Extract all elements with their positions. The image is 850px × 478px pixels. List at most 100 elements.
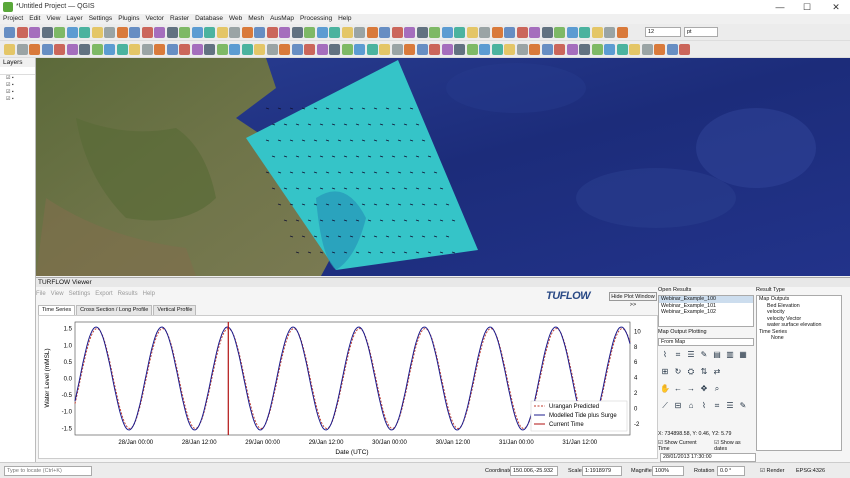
toolbar-tool-icon[interactable]: [579, 27, 590, 38]
toolbar-tool-icon[interactable]: [116, 44, 128, 55]
coordinate-field[interactable]: 150.006,-25.932: [510, 466, 558, 476]
toolbar-tool-icon[interactable]: [591, 44, 603, 55]
menu-edit[interactable]: Edit: [26, 14, 43, 24]
viewer-menu-export[interactable]: Export: [95, 291, 112, 297]
toolbar-tool-icon[interactable]: [154, 27, 165, 38]
toolbar-tool-icon[interactable]: [129, 27, 140, 38]
toolbar-tool-icon[interactable]: [466, 27, 478, 38]
toolbar-tool-icon[interactable]: [529, 27, 540, 38]
toolbar-tool-icon[interactable]: [341, 44, 353, 55]
toolbar-tool-icon[interactable]: [79, 44, 90, 55]
plot-tool-icon[interactable]: ☰: [725, 401, 735, 411]
toolbar-tool-icon[interactable]: [604, 27, 615, 38]
rotation-field[interactable]: 0.0 °: [717, 466, 745, 476]
menu-database[interactable]: Database: [192, 14, 226, 24]
minimize-button[interactable]: —: [770, 1, 790, 13]
toolbar-tool-icon[interactable]: [591, 27, 603, 38]
layer-row[interactable]: ☑ ▪: [0, 96, 35, 103]
toolbar-tool-icon[interactable]: [79, 27, 90, 38]
toolbar-tool-icon[interactable]: [204, 44, 215, 55]
toolbar-tool-icon[interactable]: [266, 27, 278, 38]
toolbar-tool-icon[interactable]: [279, 44, 290, 55]
result-type-tree[interactable]: Map Outputs Bed Elevation velocity velocity…: [756, 295, 842, 451]
show-as-dates-checkbox[interactable]: ☑ Show as dates: [714, 440, 754, 452]
toolbar-tool-icon[interactable]: [416, 27, 428, 38]
plot-tool-icon[interactable]: ⌕: [712, 384, 722, 394]
toolbar-tool-icon[interactable]: [454, 44, 465, 55]
plot-tool-icon[interactable]: ⌗: [712, 401, 722, 411]
toolbar-tool-icon[interactable]: [179, 27, 190, 38]
toolbar-tool-icon[interactable]: [266, 44, 278, 55]
viewer-menu-results[interactable]: Results: [118, 291, 138, 297]
toolbar-tool-icon[interactable]: [541, 44, 553, 55]
toolbar-tool-icon[interactable]: [404, 27, 415, 38]
toolbar-tool-icon[interactable]: [391, 27, 403, 38]
menu-ausmap[interactable]: AusMap: [267, 14, 297, 24]
toolbar-tool-icon[interactable]: [154, 44, 165, 55]
menu-processing[interactable]: Processing: [297, 14, 335, 24]
layer-row[interactable]: ☑ ▪: [0, 75, 35, 82]
plot-tool-icon[interactable]: ↻: [673, 367, 683, 377]
plot-tool-icon[interactable]: ☰: [686, 350, 696, 360]
toolbar-tool-icon[interactable]: [516, 44, 528, 55]
toolbar-tool-icon[interactable]: [441, 27, 453, 38]
toolbar-tool-icon[interactable]: [241, 44, 253, 55]
toolbar-tool-icon[interactable]: [479, 44, 490, 55]
toolbar-tool-icon[interactable]: [41, 27, 53, 38]
menu-web[interactable]: Web: [226, 14, 245, 24]
render-checkbox[interactable]: ☑ Render: [760, 467, 785, 476]
toolbar-tool-icon[interactable]: [416, 44, 428, 55]
toolbar-tool-icon[interactable]: [291, 27, 303, 38]
plot-tool-icon[interactable]: ✥: [699, 384, 709, 394]
toolbar-tool-icon[interactable]: [604, 44, 615, 55]
toolbar-tool-icon[interactable]: [104, 44, 115, 55]
toolbar-tool-icon[interactable]: [4, 27, 15, 38]
toolbar-tool-icon[interactable]: [629, 44, 640, 55]
close-button[interactable]: ✕: [826, 1, 846, 13]
toolbar-tool-icon[interactable]: [554, 44, 565, 55]
toolbar-tool-icon[interactable]: [379, 44, 390, 55]
toolbar-tool-icon[interactable]: [554, 27, 565, 38]
toolbar-tool-icon[interactable]: [229, 44, 240, 55]
plot-tool-icon[interactable]: ✎: [699, 350, 709, 360]
hide-plot-window-button[interactable]: Hide Plot Window >>: [609, 292, 657, 308]
toolbar-tool-icon[interactable]: [666, 44, 678, 55]
toolbar-tool-icon[interactable]: [491, 27, 503, 38]
toolbar-tool-icon[interactable]: [504, 27, 515, 38]
layer-row[interactable]: ☑ ▪: [0, 89, 35, 96]
layer-row[interactable]: ☑ ▪: [0, 82, 35, 89]
toolbar-tool-icon[interactable]: [566, 44, 578, 55]
menu-project[interactable]: Project: [0, 14, 26, 24]
viewer-menu-view[interactable]: View: [51, 291, 64, 297]
plot-tool-icon[interactable]: ⇄: [712, 367, 722, 377]
plot-tool-icon[interactable]: →: [686, 384, 696, 394]
toolbar-tool-icon[interactable]: [316, 27, 328, 38]
toolbar-tool-icon[interactable]: [516, 27, 528, 38]
toolbar-tool-icon[interactable]: [541, 27, 553, 38]
toolbar-tool-icon[interactable]: [404, 44, 415, 55]
toolbar-tool-icon[interactable]: [466, 44, 478, 55]
toolbar-tool-icon[interactable]: [504, 44, 515, 55]
toolbar-tool-icon[interactable]: [216, 44, 228, 55]
toolbar-tool-icon[interactable]: [354, 27, 365, 38]
time-series-item[interactable]: None: [757, 335, 841, 342]
toolbar-tool-icon[interactable]: [91, 27, 103, 38]
toolbar-tool-icon[interactable]: [391, 44, 403, 55]
plot-tool-icon[interactable]: ▦: [738, 350, 748, 360]
toolbar-tool-icon[interactable]: [429, 27, 440, 38]
toolbar-tool-icon[interactable]: [479, 27, 490, 38]
toolbar-tool-icon[interactable]: [166, 27, 178, 38]
toolbar-tool-icon[interactable]: [16, 27, 28, 38]
toolbar-tool-icon[interactable]: [216, 27, 228, 38]
maximize-button[interactable]: ☐: [797, 1, 817, 13]
viewer-menu-help[interactable]: Help: [143, 291, 155, 297]
plot-tool-icon[interactable]: ⌇: [660, 350, 670, 360]
toolbar-tool-icon[interactable]: [616, 27, 628, 38]
toolbar-tool-icon[interactable]: [29, 27, 40, 38]
toolbar-tool-icon[interactable]: [654, 44, 665, 55]
toolbar-tool-icon[interactable]: [566, 27, 578, 38]
toolbar-tool-icon[interactable]: [116, 27, 128, 38]
plot-tool-icon[interactable]: ⟋: [660, 401, 670, 411]
toolbar-tool-icon[interactable]: [54, 27, 65, 38]
toolbar-tool-icon[interactable]: [379, 27, 390, 38]
